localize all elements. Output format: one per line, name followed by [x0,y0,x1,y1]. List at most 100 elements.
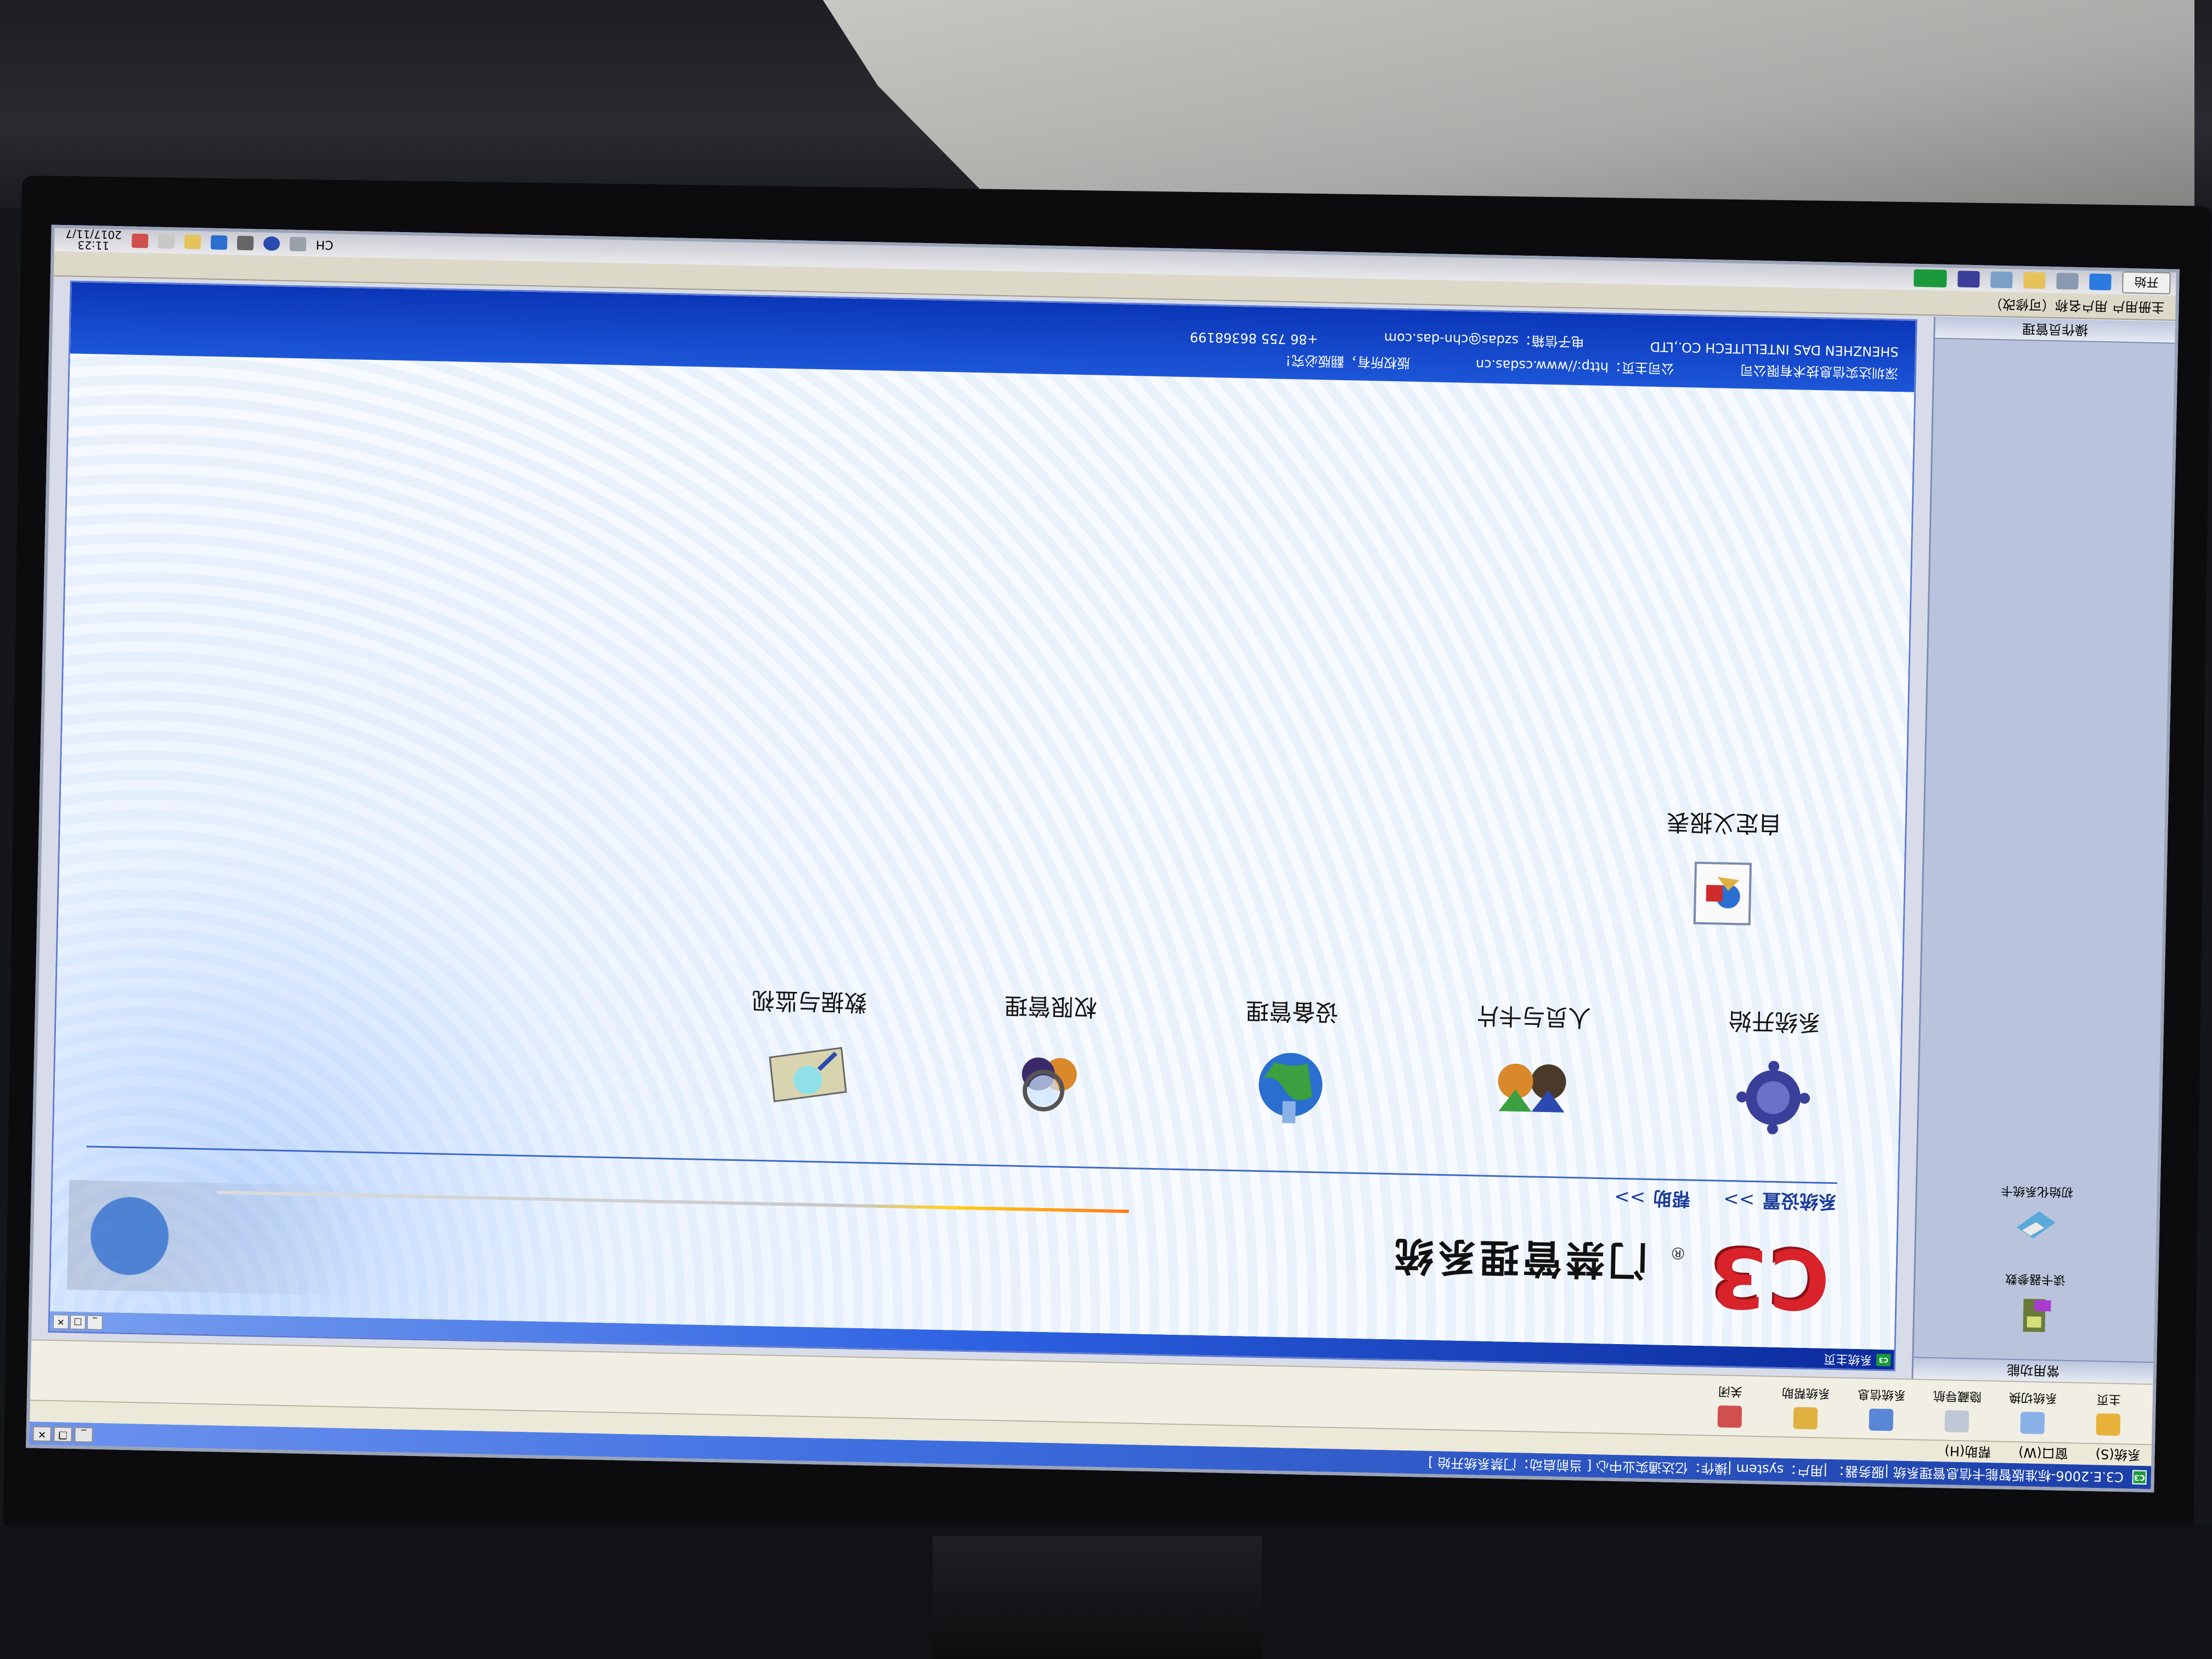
globe-keyboard-banner [67,1180,377,1296]
input-method[interactable]: CH [315,238,333,252]
monitor-data-icon [769,1047,847,1103]
sidebar-item-label: 读卡器参数 [2005,1271,2066,1286]
email-address: szdas@chn-das.com [1384,330,1519,348]
mdi-minimize-button[interactable]: _ [87,1315,103,1330]
system-info-label: 系统信息 [1857,1387,1906,1402]
header-nav: 系统设置 >> 帮助 >> [1614,1186,1837,1217]
monitor-screen: C3 C3.E.2006-标准版智能卡信息管理系统 |服务器： |用户：syst… [26,224,2180,1493]
init-card-icon [2017,1211,2056,1239]
shield-icon[interactable] [210,235,227,250]
people-icon [1498,1063,1566,1113]
computer-icon[interactable] [2056,273,2079,290]
system-help-button[interactable]: 系统帮助 [1772,1379,1839,1435]
paper-on-desk [823,0,2194,214]
status-hint: 主册用户 用户名称（可修改） [1989,296,2165,315]
globe-icon [1259,1053,1323,1124]
home-icon [2096,1413,2121,1436]
home-page: C3 ® 门禁管理系统 系统设置 >> 帮助 >> 系统开始 人员与卡片 设备管理 … [50,282,1916,1350]
website-url: http://www.csdas.cn [1475,357,1609,375]
mdi-logo-icon: C3 [1876,1353,1891,1367]
sidebar-item-init-card[interactable]: 初始化系统卡 [1916,1181,2157,1252]
mdi-restore-button[interactable]: □ [70,1314,86,1330]
mdi-close-button[interactable]: ✕ [53,1314,69,1329]
sidebar-item-label: 初始化系统卡 [2000,1183,2074,1199]
app-logo-icon: C3 [2132,1470,2147,1485]
module-system-start[interactable]: 系统开始 [1690,1005,1858,1141]
website-label: 公司主页： [1608,359,1675,376]
module-grid: 系统开始 人员与卡片 设备管理 权限管理 数据与监视 [725,985,1858,1141]
c3-logo: C3 [1707,1228,1831,1327]
c3-task-icon[interactable] [1914,269,1947,287]
clock[interactable]: 11:23 2017/11/7 [65,227,122,252]
brand: C3 ® 门禁管理系统 [1390,1222,1831,1327]
system-tray: CH 11:23 2017/11/7 [54,227,334,256]
ie-icon[interactable] [2089,273,2112,291]
module-label: 数据与监视 [751,986,867,1017]
app-task-icon[interactable] [1957,270,1980,288]
menu-help[interactable]: 帮助(H) [1944,1441,1991,1463]
info-icon [1869,1408,1894,1431]
copyright: 版权所有，翻版必究！ [1278,352,1410,371]
network-tray-icon[interactable] [184,234,201,250]
module-permissions[interactable]: 权限管理 [966,990,1133,1125]
system-switch-label: 系统切换 [2008,1390,2058,1405]
system-help-label: 系统帮助 [1781,1385,1831,1400]
hide-nav-button[interactable]: 隐藏导航 [1923,1383,1990,1438]
help-tray-icon[interactable] [263,236,280,251]
report-icon [1693,861,1752,926]
help-icon [1793,1407,1818,1430]
nav-arrow: >> [1613,1186,1646,1209]
nav-label: 帮助 [1652,1187,1691,1210]
monitor-stand [933,1536,1262,1659]
keyboard-icon[interactable] [289,236,306,252]
module-custom-report[interactable]: 自定义报表 [1640,806,1807,931]
volume-icon[interactable] [236,235,253,251]
hide-nav-label: 隐藏导航 [1933,1388,1982,1403]
card-reader-icon [2023,1299,2052,1333]
start-button[interactable]: 开始 [2121,271,2171,295]
minimize-button[interactable]: _ [74,1426,93,1443]
flag-icon[interactable] [131,233,149,249]
module-label: 设备管理 [1245,997,1339,1026]
module-device-manage[interactable]: 设备管理 [1207,995,1375,1130]
email-link[interactable]: 电子信箱：szdas@chn-das.com [1384,330,1585,353]
module-label: 系统开始 [1728,1007,1821,1036]
window-controls: _ ❐ ✕ [32,1426,93,1443]
home-button[interactable]: 主页 [2075,1385,2142,1441]
phone-number: +86 755 86368199 [1189,329,1318,348]
module-people-cards[interactable]: 人员与卡片 [1449,1000,1616,1135]
email-label: 电子信箱： [1518,332,1585,350]
mdi-window-controls: _ □ ✕ [53,1314,103,1330]
folder-icon[interactable] [2023,272,2046,289]
module-data-monitor[interactable]: 数据与监视 [725,985,892,1120]
company-name-en: SHENZHEN DAS INTELLITECH CO.,LTD [1650,338,1899,360]
nav-arrow: >> [1723,1188,1755,1211]
module-label: 人员与卡片 [1475,1002,1592,1031]
registered-mark: ® [1669,1243,1687,1263]
switch-icon [2020,1412,2045,1435]
restore-button[interactable]: ❐ [53,1426,72,1442]
mdi-window: C3 系统主页 _ □ ✕ C3 ® 门禁管理系统 系统设置>> 帮助>> 系统… [48,280,1917,1372]
clock-date: 2017/11/7 [65,227,122,242]
menu-window[interactable]: 窗口(W) [2018,1442,2068,1464]
sidebar: 常用功能 读卡器参数 初始化系统卡 操作员管理 [1911,317,2175,1384]
magnifier-people-icon [1022,1057,1077,1111]
close-window-button[interactable]: ✕ [32,1426,52,1442]
system-name: 门禁管理系统 [1390,1232,1649,1284]
sidebar-operator-manage[interactable]: 操作员管理 [1935,317,2175,344]
system-switch-button[interactable]: 系统切换 [1999,1384,2066,1440]
close-button[interactable]: 关闭 [1696,1378,1763,1434]
website-link[interactable]: 公司主页：http://www.csdas.cn [1476,356,1675,380]
nav-help[interactable]: 帮助 >> [1614,1186,1691,1214]
module-label: 权限管理 [1004,992,1097,1021]
nav-label: 系统设置 [1762,1189,1837,1213]
warning-icon[interactable] [157,234,175,249]
system-info-button[interactable]: 系统信息 [1848,1381,1915,1437]
sidebar-item-card-reader[interactable]: 读卡器参数 [1914,1269,2155,1340]
home-label: 主页 [2096,1392,2121,1407]
nav-system-settings[interactable]: 系统设置 >> [1723,1188,1837,1217]
virus-gear-icon [1736,1060,1810,1135]
menu-system[interactable]: 系统(S) [2095,1444,2141,1466]
header-divider [86,1146,1837,1184]
network-icon[interactable] [1990,271,2013,289]
